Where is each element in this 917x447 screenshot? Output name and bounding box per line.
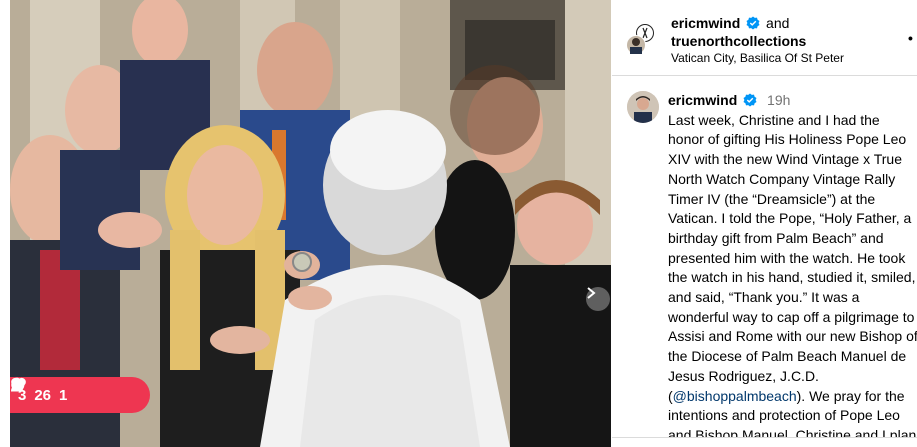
collab-avatars[interactable]	[626, 24, 656, 56]
caption-timestamp: 19h	[767, 92, 791, 108]
caption-username[interactable]: ericmwind	[668, 92, 737, 108]
verified-badge-icon	[743, 93, 757, 107]
author-username-1[interactable]: ericmwind	[671, 15, 740, 31]
follows-count-group: 1	[11, 377, 68, 404]
chevron-right-icon	[587, 287, 596, 299]
post-location[interactable]: Vatican City, Basilica Of St Peter	[671, 50, 906, 66]
likes-count-group: 26	[11, 377, 52, 404]
post-photo[interactable]: 3 26 1	[10, 0, 611, 447]
more-dots-icon: •	[908, 30, 913, 46]
post-details-panel: ericmwind and truenorthcollections Vatic…	[612, 0, 917, 447]
person-icon	[11, 377, 23, 392]
profile-picture-icon	[627, 91, 659, 123]
author-joiner: and	[766, 15, 790, 31]
caption-mention-link[interactable]: @bishoppalmbeach	[673, 388, 797, 404]
post-authors: ericmwind and truenorthcollections Vatic…	[671, 14, 906, 66]
post-header: ericmwind and truenorthcollections Vatic…	[612, 0, 917, 76]
caption-avatar[interactable]	[627, 91, 659, 123]
avatar-icon	[626, 24, 654, 55]
follows-count: 1	[59, 386, 68, 404]
comments-divider	[612, 437, 917, 447]
carousel-next-button[interactable]	[586, 287, 610, 311]
more-options-button[interactable]: •	[908, 30, 913, 46]
author-username-2[interactable]: truenorthcollections	[671, 32, 906, 50]
activity-notification-pill[interactable]: 3 26 1	[10, 377, 150, 413]
verified-badge-icon	[746, 16, 760, 30]
caption-text-part1: Last week, Christine and I had the honor…	[668, 111, 917, 404]
caption-body: ericmwind 19h Last week, Christine and I…	[668, 91, 917, 447]
likes-count: 26	[34, 386, 52, 404]
